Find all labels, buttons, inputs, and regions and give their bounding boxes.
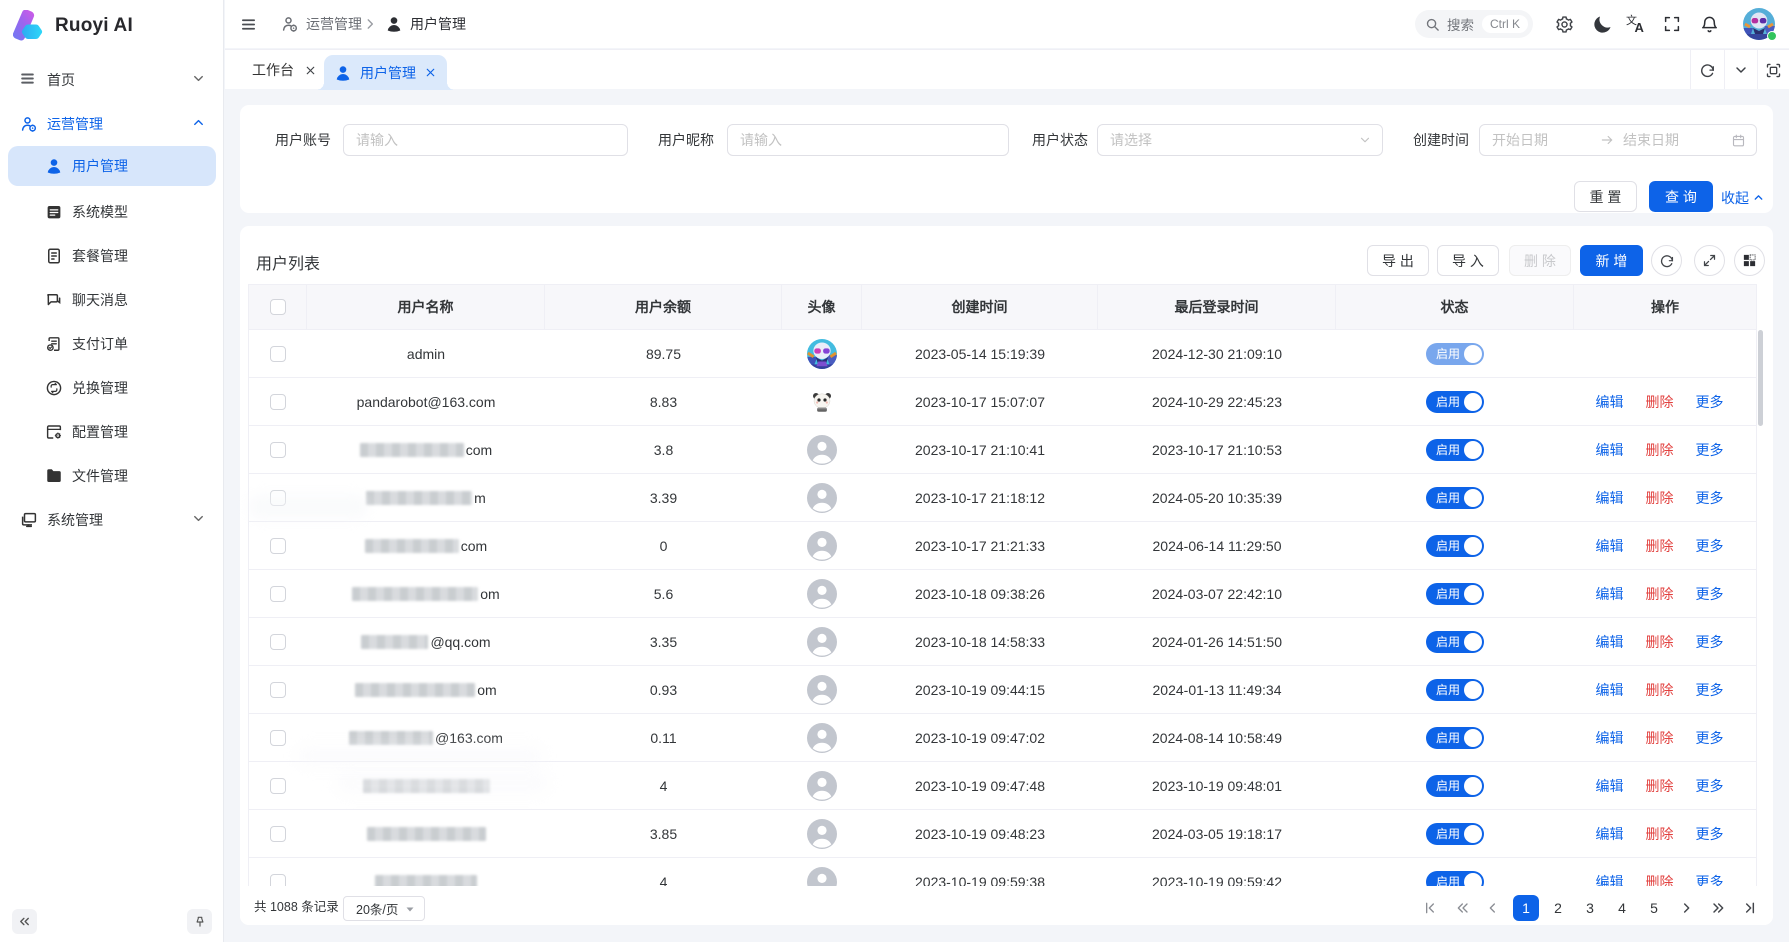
svg-text:A: A: [1635, 20, 1645, 34]
